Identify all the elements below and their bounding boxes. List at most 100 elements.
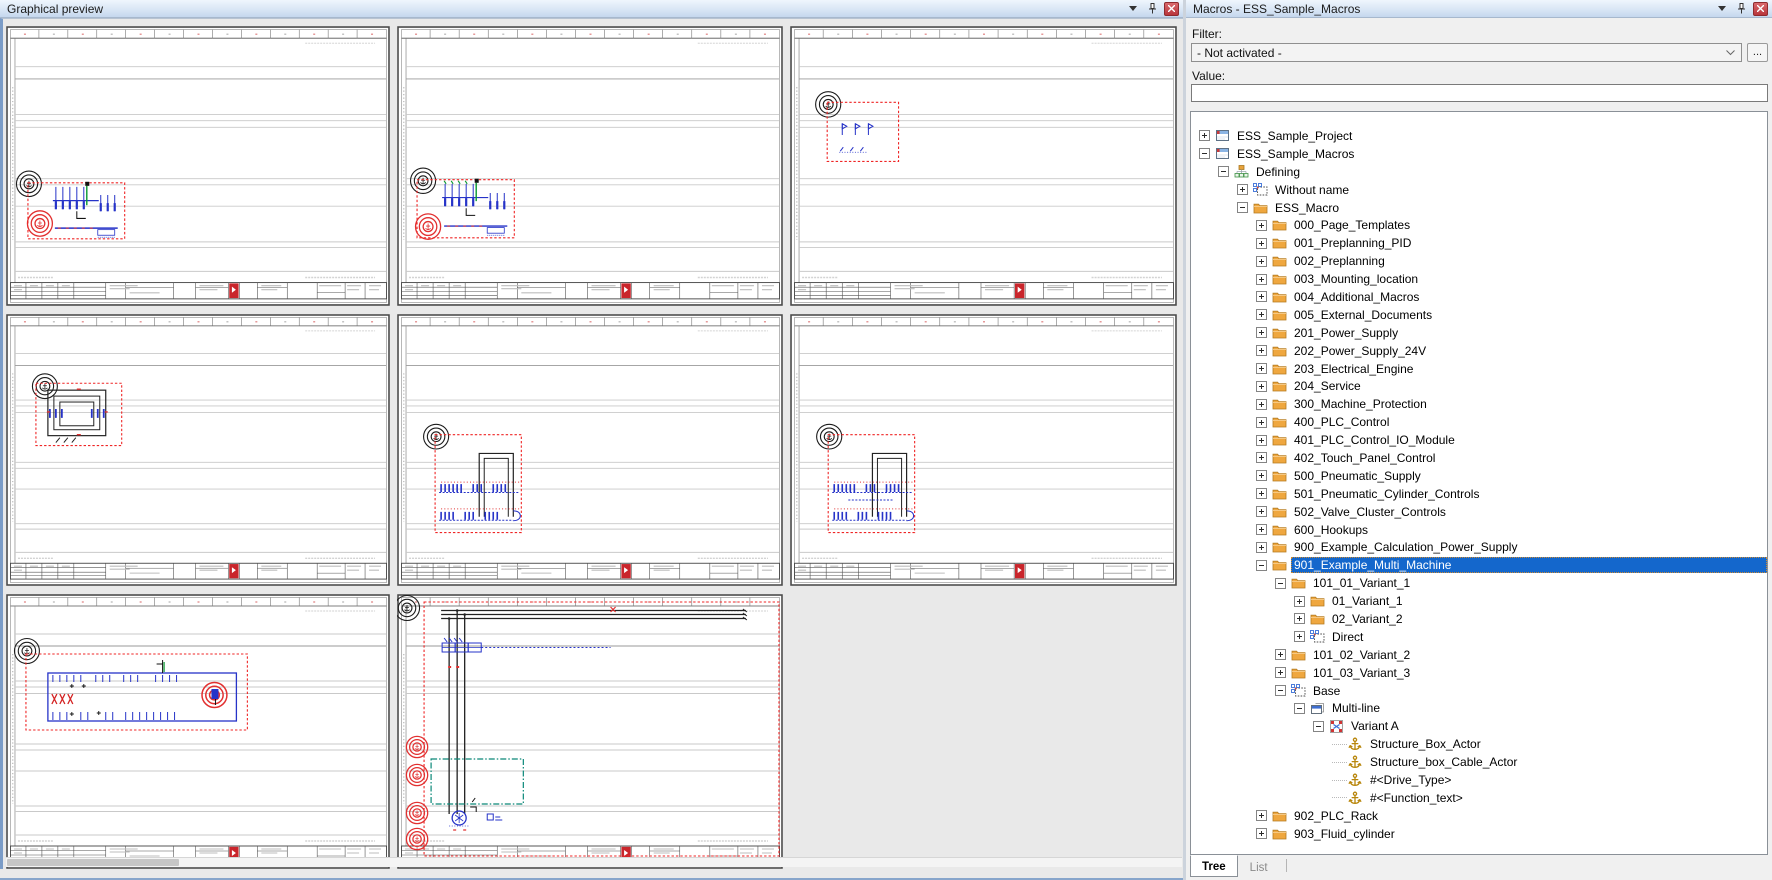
expand-plus-icon[interactable] <box>1275 667 1286 678</box>
horizontal-scrollbar[interactable] <box>6 857 1182 867</box>
tree-item[interactable]: 005_External_Documents <box>1191 306 1767 324</box>
page-thumbnail-1[interactable] <box>6 26 390 306</box>
expand-plus-icon[interactable] <box>1256 524 1267 535</box>
tree-item[interactable]: Structure_box_Cable_Actor <box>1191 753 1767 771</box>
expand-plus-icon[interactable] <box>1256 238 1267 249</box>
tree-item[interactable]: 000_Page_Templates <box>1191 216 1767 234</box>
tree-item[interactable]: Structure_Box_Actor <box>1191 735 1767 753</box>
tree-item[interactable]: 101_02_Variant_2 <box>1191 646 1767 664</box>
close-icon[interactable] <box>1753 2 1768 16</box>
tree-item[interactable]: 001_Preplanning_PID <box>1191 234 1767 252</box>
tree-item[interactable]: 203_Electrical_Engine <box>1191 360 1767 378</box>
value-input[interactable] <box>1191 84 1768 102</box>
expand-plus-icon[interactable] <box>1256 327 1267 338</box>
page-thumbnail-4[interactable] <box>6 314 390 586</box>
expand-plus-icon[interactable] <box>1256 417 1267 428</box>
tree-item[interactable]: 400_PLC_Control <box>1191 413 1767 431</box>
expand-plus-icon[interactable] <box>1294 631 1305 642</box>
tree-item[interactable]: Variant A <box>1191 717 1767 735</box>
expand-minus-icon[interactable] <box>1237 202 1248 213</box>
expand-plus-icon[interactable] <box>1294 613 1305 624</box>
tree-item[interactable]: 600_Hookups <box>1191 521 1767 539</box>
page-thumbnail-8[interactable] <box>397 594 783 869</box>
expand-plus-icon[interactable] <box>1256 220 1267 231</box>
tree-item[interactable]: 901_Example_Multi_Machine <box>1191 556 1767 574</box>
page-thumbnail-3[interactable] <box>790 26 1177 306</box>
tree-item[interactable]: 903_Fluid_cylinder <box>1191 825 1767 843</box>
expand-minus-icon[interactable] <box>1256 560 1267 571</box>
tree-item[interactable]: Multi-line <box>1191 700 1767 718</box>
expand-minus-icon[interactable] <box>1275 578 1286 589</box>
expand-plus-icon[interactable] <box>1256 274 1267 285</box>
page-thumbnail-2[interactable] <box>397 26 783 306</box>
tree-item[interactable]: 201_Power_Supply <box>1191 324 1767 342</box>
tree-item[interactable]: 401_PLC_Control_IO_Module <box>1191 431 1767 449</box>
tree-item[interactable]: Direct <box>1191 628 1767 646</box>
folder-icon <box>1271 505 1287 519</box>
expand-plus-icon[interactable] <box>1256 399 1267 410</box>
tree-item[interactable]: Defining <box>1191 163 1767 181</box>
panel-titlebar[interactable]: Macros - ESS_Sample_Macros <box>1186 0 1772 18</box>
scrollbar-thumb[interactable] <box>7 859 179 866</box>
expand-plus-icon[interactable] <box>1256 309 1267 320</box>
expand-minus-icon[interactable] <box>1199 148 1210 159</box>
tree-item[interactable]: 900_Example_Calculation_Power_Supply <box>1191 538 1767 556</box>
pin-icon[interactable] <box>1145 2 1159 15</box>
tree-item[interactable]: 300_Machine_Protection <box>1191 395 1767 413</box>
expand-plus-icon[interactable] <box>1256 542 1267 553</box>
expand-plus-icon[interactable] <box>1256 506 1267 517</box>
page-thumbnail-6[interactable] <box>790 314 1177 586</box>
expand-plus-icon[interactable] <box>1256 435 1267 446</box>
expand-plus-icon[interactable] <box>1256 381 1267 392</box>
page-thumbnail-7[interactable] <box>6 594 390 869</box>
tab-list[interactable]: List <box>1238 856 1280 878</box>
expand-minus-icon[interactable] <box>1275 685 1286 696</box>
expand-plus-icon[interactable] <box>1256 488 1267 499</box>
expand-plus-icon[interactable] <box>1256 452 1267 463</box>
expand-minus-icon[interactable] <box>1294 703 1305 714</box>
panel-titlebar[interactable]: Graphical preview <box>0 0 1183 18</box>
tree-item[interactable]: 500_Pneumatic_Supply <box>1191 467 1767 485</box>
expand-plus-icon[interactable] <box>1256 828 1267 839</box>
expand-plus-icon[interactable] <box>1256 470 1267 481</box>
tree-item[interactable]: 002_Preplanning <box>1191 252 1767 270</box>
tree-item[interactable]: ESS_Sample_Project <box>1191 127 1767 145</box>
tree-item[interactable]: 202_Power_Supply_24V <box>1191 342 1767 360</box>
tree-item[interactable]: 01_Variant_1 <box>1191 592 1767 610</box>
tree-item[interactable]: ESS_Sample_Macros <box>1191 145 1767 163</box>
tree-item[interactable]: 101_03_Variant_3 <box>1191 664 1767 682</box>
expand-minus-icon[interactable] <box>1218 166 1229 177</box>
page-thumbnail-5[interactable] <box>397 314 783 586</box>
filter-dropdown[interactable]: - Not activated - <box>1191 43 1742 62</box>
tree-item[interactable]: 02_Variant_2 <box>1191 610 1767 628</box>
chevron-down-icon[interactable] <box>1126 2 1140 15</box>
expand-plus-icon[interactable] <box>1237 184 1248 195</box>
tree-item[interactable]: 402_Touch_Panel_Control <box>1191 449 1767 467</box>
tree-item[interactable]: 204_Service <box>1191 377 1767 395</box>
chevron-down-icon[interactable] <box>1715 2 1729 15</box>
expand-plus-icon[interactable] <box>1256 810 1267 821</box>
expand-plus-icon[interactable] <box>1199 130 1210 141</box>
tree-item[interactable]: 502_Valve_Cluster_Controls <box>1191 503 1767 521</box>
expand-plus-icon[interactable] <box>1256 363 1267 374</box>
tree-item[interactable]: Base <box>1191 682 1767 700</box>
pin-icon[interactable] <box>1734 2 1748 15</box>
tree-item[interactable]: Without name <box>1191 181 1767 199</box>
tree-item[interactable]: #<Drive_Type> <box>1191 771 1767 789</box>
tree-item[interactable]: ESS_Macro <box>1191 199 1767 217</box>
expand-plus-icon[interactable] <box>1256 345 1267 356</box>
close-icon[interactable] <box>1164 2 1179 16</box>
expand-plus-icon[interactable] <box>1294 596 1305 607</box>
filter-browse-button[interactable]: ... <box>1747 43 1768 62</box>
expand-plus-icon[interactable] <box>1256 256 1267 267</box>
tree-item[interactable]: #<Function_text> <box>1191 789 1767 807</box>
tree-item[interactable]: 902_PLC_Rack <box>1191 807 1767 825</box>
expand-minus-icon[interactable] <box>1313 721 1324 732</box>
tree-item[interactable]: 003_Mounting_location <box>1191 270 1767 288</box>
tree-item[interactable]: 501_Pneumatic_Cylinder_Controls <box>1191 485 1767 503</box>
expand-plus-icon[interactable] <box>1256 291 1267 302</box>
expand-plus-icon[interactable] <box>1275 649 1286 660</box>
tree-item[interactable]: 004_Additional_Macros <box>1191 288 1767 306</box>
tree-item[interactable]: 101_01_Variant_1 <box>1191 574 1767 592</box>
tab-tree[interactable]: Tree <box>1190 855 1238 877</box>
